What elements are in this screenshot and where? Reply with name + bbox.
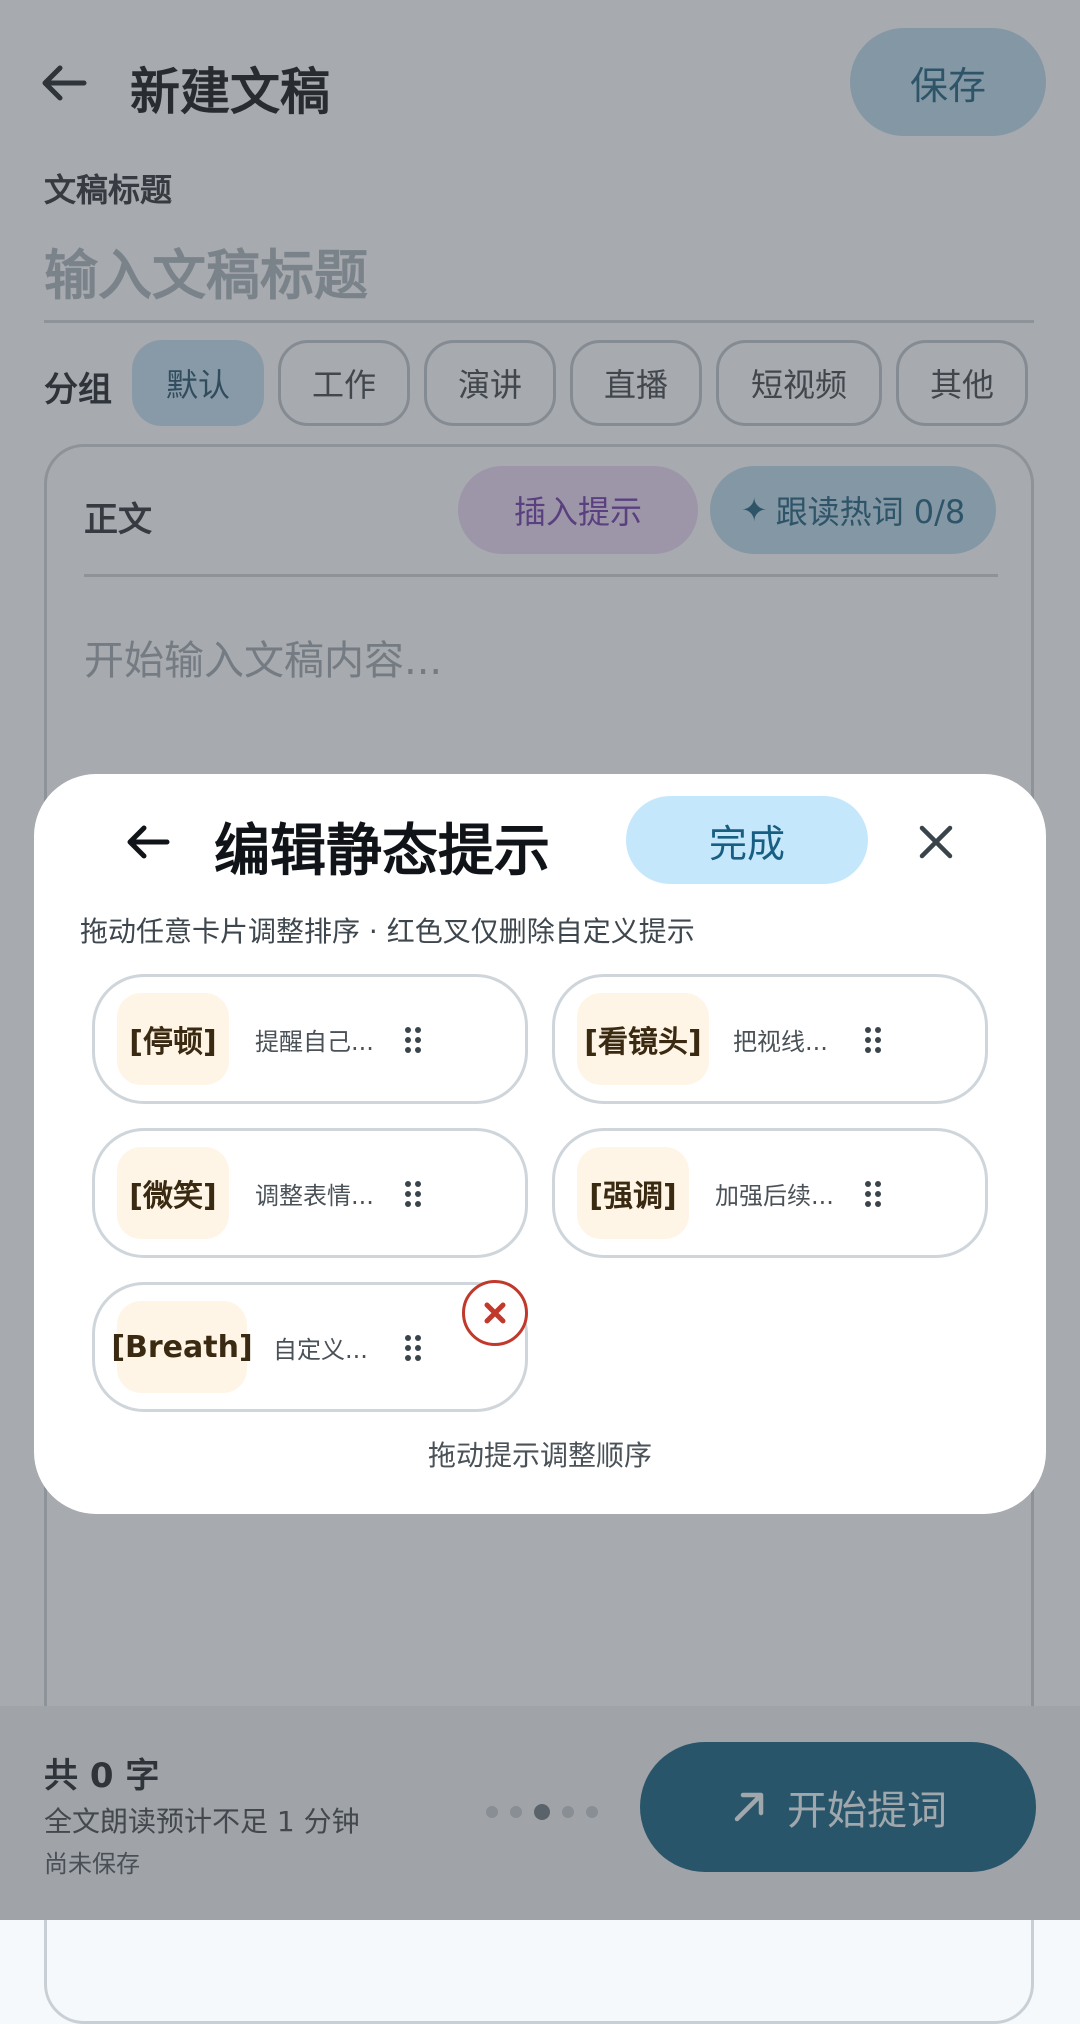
drag-grip-icon[interactable]: [403, 1179, 423, 1209]
drag-grip-icon[interactable]: [403, 1025, 423, 1055]
hint-desc: 调整表情...: [255, 1181, 374, 1210]
hint-desc: 提醒自己...: [255, 1027, 374, 1056]
drag-grip-icon[interactable]: [403, 1333, 423, 1363]
back-arrow-icon: [127, 825, 170, 859]
hint-card[interactable]: [强调] 加强后续...: [552, 1128, 988, 1258]
dialog-subtitle: 拖动任意卡片调整排序 · 红色叉仅删除自定义提示: [80, 915, 695, 948]
drag-grip-icon[interactable]: [863, 1179, 883, 1209]
hint-desc: 自定义...: [273, 1335, 368, 1364]
done-button[interactable]: 完成: [626, 796, 868, 884]
hint-desc: 把视线...: [733, 1027, 828, 1056]
delete-x-icon: [484, 1302, 506, 1324]
drag-grip-icon[interactable]: [863, 1025, 883, 1055]
hint-tag: [强调]: [577, 1147, 689, 1239]
close-button[interactable]: [904, 810, 968, 874]
delete-custom-hint-button[interactable]: [462, 1280, 528, 1346]
hint-desc: 加强后续...: [715, 1181, 834, 1210]
hint-card[interactable]: [微笑] 调整表情...: [92, 1128, 528, 1258]
hint-card-custom[interactable]: [Breath] 自定义...: [92, 1282, 528, 1412]
drag-hint: 拖动提示调整顺序: [427, 1439, 652, 1472]
hint-tag: [微笑]: [117, 1147, 229, 1239]
hint-card[interactable]: [停顿] 提醒自己...: [92, 974, 528, 1104]
hint-tag: [看镜头]: [577, 993, 709, 1085]
close-icon: [919, 825, 953, 859]
dialog-back-button[interactable]: [116, 810, 180, 874]
hint-tag: [Breath]: [111, 1301, 253, 1393]
dialog-title: 编辑静态提示: [214, 819, 550, 884]
hint-tag: [停顿]: [117, 993, 229, 1085]
hint-card[interactable]: [看镜头] 把视线...: [552, 974, 988, 1104]
